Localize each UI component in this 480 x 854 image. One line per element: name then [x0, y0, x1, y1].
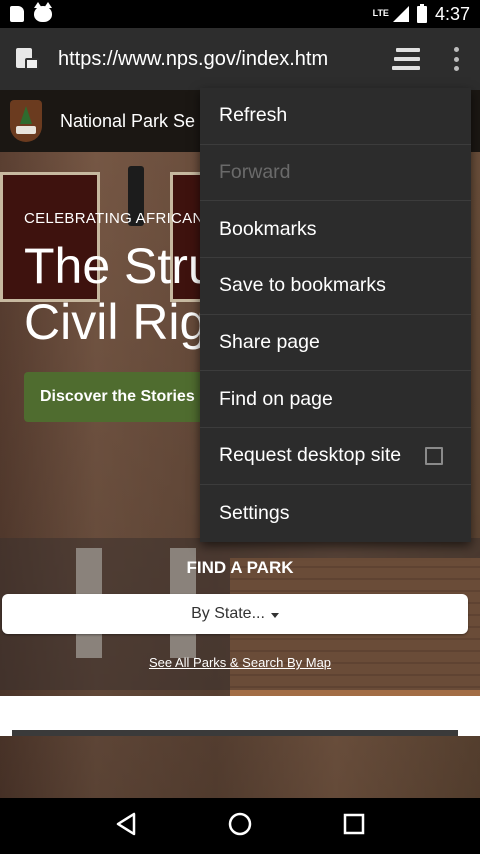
site-info-lock-icon[interactable] — [14, 46, 40, 72]
menu-item-label: Forward — [219, 161, 291, 184]
menu-item-label: Bookmarks — [219, 217, 317, 240]
menu-item-request-desktop-site[interactable]: Request desktop site — [200, 428, 471, 485]
status-bar: LTE 4:37 — [0, 0, 480, 28]
overflow-menu-icon[interactable] — [446, 45, 466, 73]
cat-notification-icon — [34, 2, 52, 22]
menu-item-share-page[interactable]: Share page — [200, 315, 471, 372]
menu-item-label: Request desktop site — [219, 444, 402, 467]
hero-kicker: CELEBRATING AFRICAN — [24, 210, 204, 227]
see-all-parks-link[interactable]: See All Parks & Search By Map — [0, 655, 480, 670]
menu-item-label: Share page — [219, 331, 320, 354]
menu-item-refresh[interactable]: Refresh — [200, 88, 471, 145]
menu-item-label: Settings — [219, 501, 290, 524]
network-type-label: LTE — [372, 7, 389, 18]
state-select-value: By State... — [191, 605, 265, 622]
dropdown-caret-icon — [270, 612, 279, 618]
menu-item-save-to-bookmarks[interactable]: Save to bookmarks — [200, 258, 471, 315]
system-nav-bar — [0, 798, 480, 854]
menu-item-find-on-page[interactable]: Find on page — [200, 371, 471, 429]
menu-item-label: Find on page — [219, 387, 333, 410]
menu-item-bookmarks[interactable]: Bookmarks — [200, 201, 471, 259]
state-select[interactable]: By State... — [2, 594, 468, 634]
tabs-switcher-icon[interactable] — [392, 48, 420, 70]
find-park-title: FIND A PARK — [186, 558, 294, 577]
sd-card-icon — [10, 6, 24, 22]
menu-item-settings[interactable]: Settings — [200, 485, 471, 542]
recents-icon[interactable] — [343, 813, 365, 840]
site-title[interactable]: National Park Se — [60, 111, 195, 132]
discover-stories-button[interactable]: Discover the Stories — [24, 372, 224, 422]
menu-item-label: Refresh — [219, 104, 288, 127]
url-bar[interactable]: https://www.nps.gov/index.htm — [58, 48, 380, 71]
clock: 4:37 — [434, 3, 470, 24]
signal-icon — [392, 6, 409, 22]
request-desktop-site-checkbox[interactable] — [425, 446, 443, 465]
content-image-edge — [12, 730, 458, 736]
browser-toolbar: https://www.nps.gov/index.htm — [0, 28, 480, 90]
nps-arrowhead-logo-icon[interactable] — [10, 100, 42, 142]
menu-item-forward: Forward — [200, 145, 471, 202]
overflow-menu: Refresh Forward Bookmarks Save to bookma… — [200, 88, 471, 542]
menu-item-label: Save to bookmarks — [219, 274, 386, 297]
hero-headline: The Stru Civil Rig — [24, 238, 216, 350]
screen: LTE 4:37 https://www.nps.gov/index.htm N… — [0, 0, 480, 854]
back-icon[interactable] — [115, 812, 137, 841]
battery-icon — [416, 3, 427, 23]
home-icon[interactable] — [227, 811, 253, 842]
